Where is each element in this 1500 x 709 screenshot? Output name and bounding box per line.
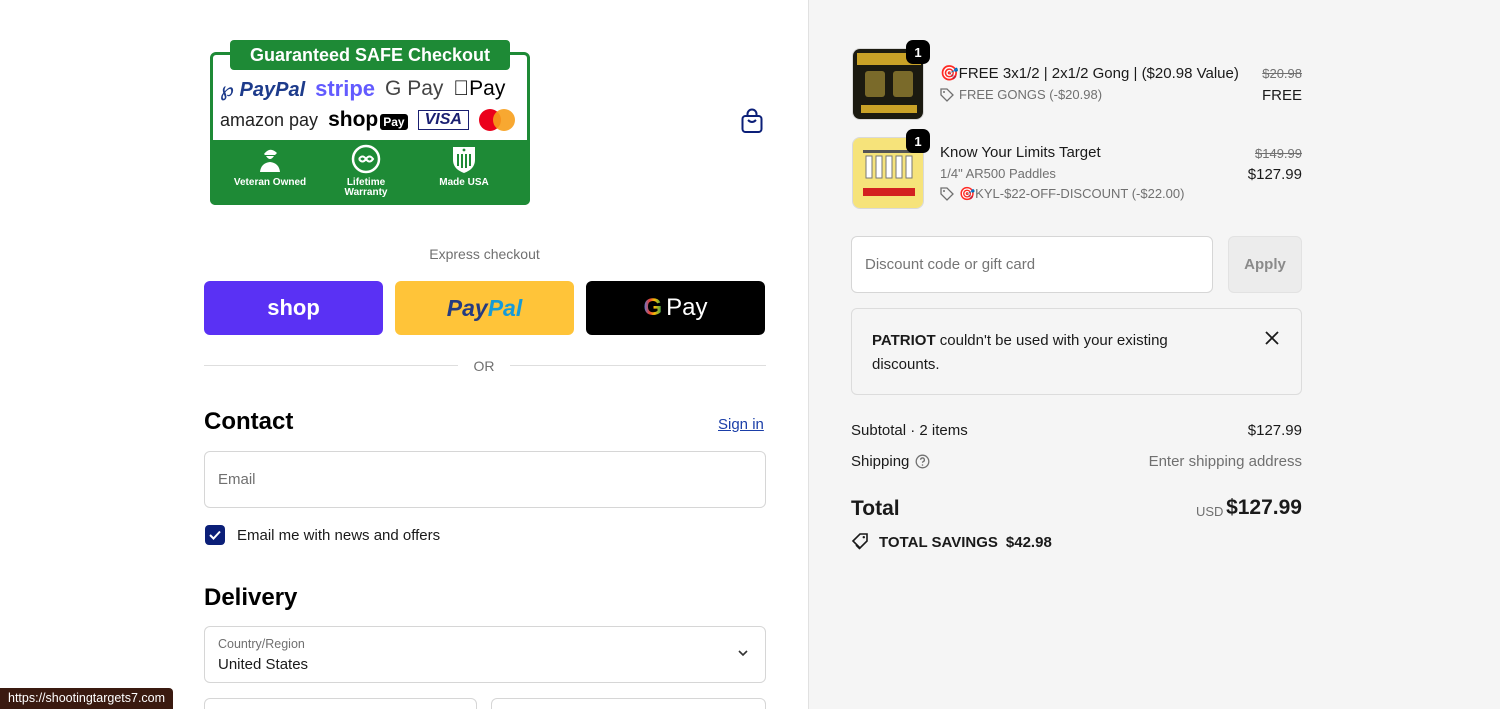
mastercard-logo [478,109,515,131]
google-pay-button[interactable]: G Pay [586,281,765,335]
item-price: FREE [1261,87,1302,104]
status-bar-url: https://shootingtargets7.com [0,688,174,709]
notice-message: PATRIOT couldn't be used with your exist… [872,332,1168,373]
discount-field-wrapper [851,236,1213,293]
total-value: $127.99 [1226,496,1302,519]
quantity-badge: 1 [906,129,930,153]
cart-item: 1 🎯FREE 3x1/2 | 2x1/2 Gong | ($20.98 Val… [852,40,1302,120]
subtotal-label: Subtotal · 2 items [851,422,968,439]
shop-pay-button[interactable]: shop [204,281,383,335]
news-offers-checkbox[interactable] [205,525,225,545]
delivery-heading: Delivery [204,584,298,611]
cart-item: 1 Know Your Limits Target 1/4" AR500 Pad… [852,129,1302,209]
apply-discount-button[interactable]: Apply [1228,236,1302,293]
infinity-icon [351,144,381,174]
trust-band: Veteran Owned Lifetime Warranty Made USA [210,140,530,205]
checkout-main-panel: Guaranteed SAFE Checkout ℘ PayPal stripe… [0,0,808,709]
savings-tag-icon [851,533,868,550]
email-field-wrapper [204,451,766,508]
payment-logos-row-1: ℘ PayPal stripe G Pay Pay [220,76,505,102]
savings-label: TOTAL SAVINGS [879,533,998,551]
item-discount: FREE GONGS (-$20.98) [940,87,1102,102]
google-g-icon: G [643,294,663,321]
safe-checkout-badge: Guaranteed SAFE Checkout ℘ PayPal stripe… [210,40,530,205]
shipping-row: Shipping [851,453,930,470]
shipping-label: Shipping [851,453,910,470]
or-divider-text: OR [473,358,495,374]
google-pay-logo: G Pay [385,77,444,100]
stripe-logo: stripe [315,76,376,101]
item-name: Know Your Limits Target [940,144,1101,161]
help-circle-icon[interactable] [915,454,930,469]
country-select[interactable]: Country/Region United States [204,626,766,683]
shipping-value: Enter shipping address [1148,453,1302,470]
currency-code: USD [1196,504,1224,519]
divider-right [510,365,766,366]
item-discount: 🎯KYL-$22-OFF-DISCOUNT (-$22.00) [940,186,1184,202]
news-offers-label: Email me with news and offers [237,527,441,544]
item-variant: 1/4" AR500 Paddles [940,166,1056,181]
express-checkout-label: Express checkout [429,246,540,262]
shopping-bag-icon[interactable] [740,108,764,134]
amazon-pay-logo: amazon pay [220,109,319,130]
close-icon[interactable] [1265,331,1279,345]
shield-flag-icon [449,144,479,174]
badge-title: Guaranteed SAFE Checkout [230,40,510,70]
item-original-price: $20.98 [1262,66,1302,81]
lifetime-warranty-item: Lifetime Warranty [326,144,406,198]
total-label: Total [851,497,900,520]
tag-icon [940,187,954,201]
paypal-button[interactable]: Pay Pal [395,281,574,335]
chevron-down-icon [738,650,748,657]
item-name: 🎯FREE 3x1/2 | 2x1/2 Gong | ($20.98 Value… [940,65,1239,82]
discount-error-notice: PATRIOT couldn't be used with your exist… [851,308,1302,395]
quantity-badge: 1 [906,40,930,64]
contact-heading: Contact [204,408,294,435]
divider-left [204,365,458,366]
tag-icon [940,87,954,102]
first-name-field[interactable] [204,698,477,709]
email-field[interactable] [205,452,765,507]
discount-code-input[interactable] [852,237,1212,292]
veteran-owned-item: Veteran Owned [230,144,310,188]
made-usa-item: Made USA [424,144,504,188]
subtotal-value: $127.99 [1247,422,1302,439]
savings-value: $42.98 [1005,533,1052,551]
sign-in-link[interactable]: Sign in [718,416,764,433]
item-original-price: $149.99 [1255,146,1302,161]
item-price: $127.99 [1247,166,1302,183]
visa-logo: VISA [417,110,469,130]
soldier-icon [255,144,285,174]
last-name-field[interactable] [491,698,766,709]
shop-pay-logo: shop Pay [328,108,408,132]
total-savings-row: TOTAL SAVINGS $42.98 [851,533,1052,551]
payment-logos-row-2: amazon pay shop Pay VISA [220,108,515,132]
paypal-logo: ℘ PayPal [220,78,306,101]
country-label: Country/Region [218,637,305,651]
country-value: United States [218,656,309,673]
apple-pay-logo: Pay [453,77,505,100]
checkmark-icon [209,530,221,540]
